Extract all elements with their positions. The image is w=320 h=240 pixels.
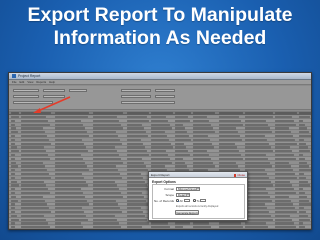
format-select[interactable]: Microsoft Excel ▾ [176,186,200,191]
arrow-head [33,108,41,113]
format-value: Microsoft Excel [178,186,198,191]
chevron-down-icon: ▾ [186,193,189,196]
close-label: Close [237,173,245,177]
records-all-label: All [179,199,183,203]
records-to-input[interactable] [200,198,206,202]
dialog-close-button[interactable]: Close [233,173,245,177]
generate-export-button[interactable]: Generate Export [175,210,199,215]
records-all-radio[interactable] [176,199,179,202]
records-note: Exports all records currently displayed [176,204,219,208]
dialog-title: Export Report [151,173,170,177]
close-icon [233,173,237,177]
scope-select[interactable]: Detail ▾ [176,192,190,197]
records-range-radio[interactable] [193,199,196,202]
format-label: Format [164,187,174,191]
chevron-down-icon: ▾ [196,187,199,190]
dialog-titlebar: Export Report Close [149,172,247,178]
scope-label: Scope [165,193,174,197]
records-label: No. of Records [153,199,174,203]
scope-value: Detail [178,192,186,197]
export-dialog: Export Report Close Export Options Forma… [148,171,248,221]
arrow-shaft [37,96,71,112]
records-from-input[interactable] [184,198,190,202]
